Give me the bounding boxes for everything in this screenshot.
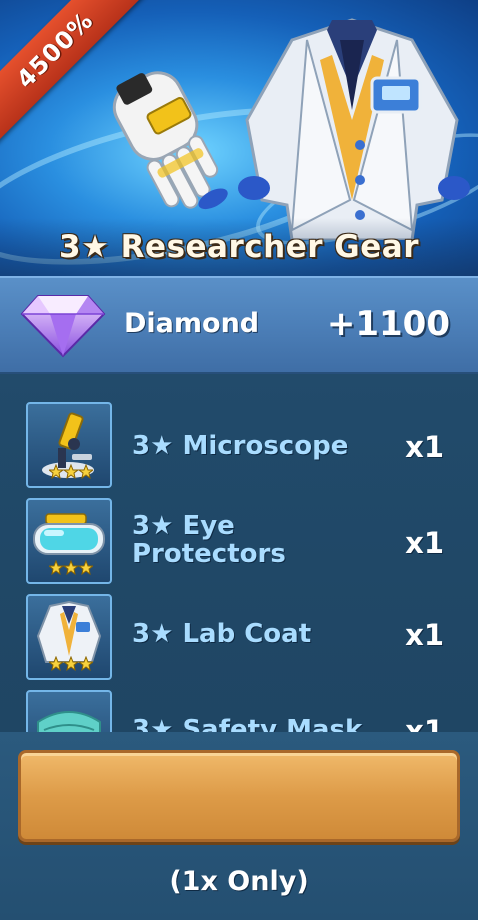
reward-items-list[interactable]: 3★ Microscope x1 3★ Eye Protectors x1 3★… <box>0 394 478 732</box>
diamond-icon <box>20 295 106 358</box>
purchase-button[interactable] <box>18 750 460 842</box>
item-name: 3★ Lab Coat <box>132 619 312 649</box>
purchase-limit-text: (1x Only) <box>169 866 309 897</box>
list-item: 3★ Safety Mask x1 <box>0 686 478 732</box>
list-item: 3★ Eye Protectors x1 <box>0 494 478 584</box>
item-qty: x1 <box>405 430 444 464</box>
star-rating-icon <box>49 560 93 576</box>
item-name: 3★ Safety Mask <box>132 715 363 732</box>
glove-icon <box>112 71 228 210</box>
offer-card: 3★ Researcher Gear 4500% Diamond +1100 3… <box>0 0 478 920</box>
currency-amount: +1100 <box>326 304 450 344</box>
lab-coat-icon <box>26 594 112 680</box>
item-qty: x1 <box>405 714 444 732</box>
list-item: 3★ Lab Coat x1 <box>0 590 478 680</box>
goggles-icon <box>26 498 112 584</box>
item-name: 3★ Microscope <box>132 431 349 461</box>
currency-label: Diamond <box>124 308 260 339</box>
item-qty: x1 <box>405 618 444 652</box>
purchase-area: (1x Only) <box>0 732 478 920</box>
microscope-icon <box>26 402 112 488</box>
item-name: 3★ Eye Protectors <box>132 511 286 569</box>
lab-coat-icon <box>238 18 470 240</box>
list-item: 3★ Microscope x1 <box>0 398 478 488</box>
safety-mask-icon <box>26 690 112 732</box>
offer-title: 3★ Researcher Gear <box>59 229 419 265</box>
star-rating-icon <box>49 656 93 672</box>
currency-reward-row: Diamond +1100 <box>0 276 478 374</box>
item-qty: x1 <box>405 526 444 560</box>
star-rating-icon <box>49 464 93 480</box>
